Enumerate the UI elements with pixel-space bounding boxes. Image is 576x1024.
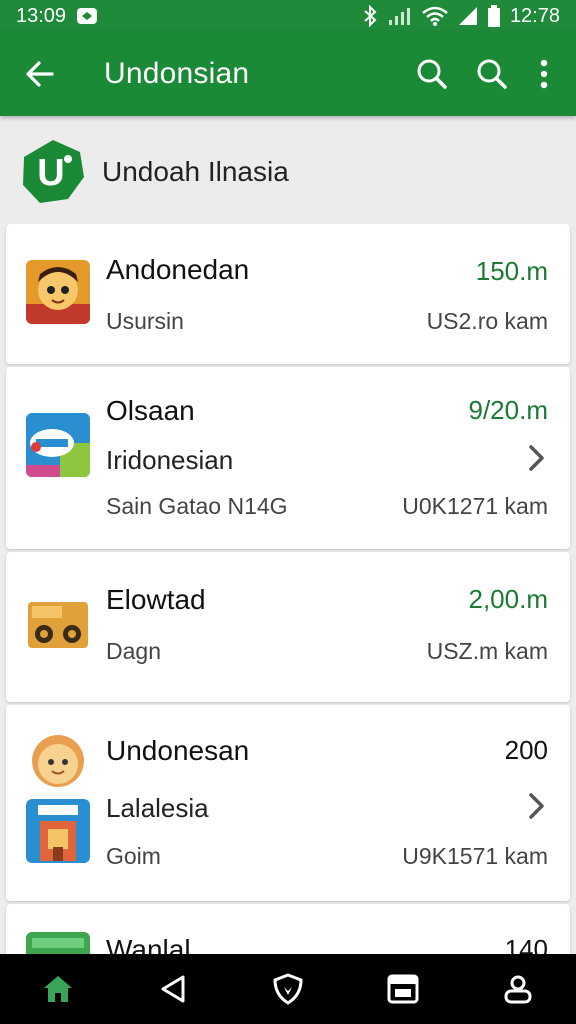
item-title: Andonedan [106, 254, 250, 285]
wifi-icon [422, 5, 448, 27]
status-clock-right: 12:78 [509, 4, 560, 27]
avatar-face-icon [30, 733, 86, 789]
character-face-icon [26, 260, 90, 324]
svg-text:U: U [37, 152, 64, 194]
item-subtitle: Dagn [106, 638, 161, 664]
search-icon [417, 59, 447, 89]
back-nav-button[interactable] [143, 959, 203, 1019]
search-button-secondary[interactable] [466, 48, 518, 100]
item-line2: Lalalesia [106, 793, 209, 823]
bluetooth-icon [362, 5, 378, 27]
shield-icon [273, 973, 303, 1005]
list-item[interactable]: Andonedan Usursin 150.m US2.ro kam [6, 224, 570, 364]
item-line2: Iridonesian [106, 445, 234, 475]
radio-icon [26, 590, 90, 654]
signal-icon [388, 5, 412, 27]
more-vert-icon [540, 59, 548, 89]
chevron-right-icon[interactable] [524, 443, 548, 473]
profile-icon [504, 975, 532, 1004]
recents-icon [387, 974, 419, 1004]
status-bar: 13:09 12:78 [0, 0, 576, 32]
item-title: Undonesan [106, 735, 250, 766]
list-item[interactable]: Undonesan Lalalesia Goim 200 U9K1571 kam [6, 705, 570, 901]
chevron-right-icon[interactable] [524, 791, 548, 821]
brand-name: Undoah Ilnasia [102, 156, 289, 187]
book-cover-icon [26, 413, 90, 477]
item-amount: 9/20.m [468, 395, 549, 425]
app-bar: Undonsian [0, 32, 576, 116]
status-time: 13:09 [16, 4, 67, 27]
cell-icon [458, 5, 478, 27]
item-subtitle: Goim [106, 843, 161, 869]
app-notification-icon [76, 5, 98, 27]
overflow-menu-button[interactable] [526, 48, 562, 100]
item-subtitle: Sain Gatao N14G [106, 493, 288, 519]
battery-icon [487, 5, 500, 27]
brand-logo-icon: U [23, 140, 84, 203]
search-icon [477, 59, 507, 89]
building-illustration-icon [26, 799, 90, 863]
item-detail: US2.ro kam [426, 308, 548, 334]
item-amount: 200 [504, 735, 548, 765]
home-button[interactable] [28, 959, 88, 1019]
system-nav-bar [0, 954, 576, 1024]
item-title: Elowtad [106, 584, 206, 615]
list-item[interactable]: Olsaan Iridonesian Sain Gatao N14G 9/20.… [6, 367, 570, 549]
item-detail: U9K1571 kam [402, 843, 548, 869]
brand-header: U Undoah Ilnasia [18, 132, 289, 212]
item-list: Andonedan Usursin 150.m US2.ro kam Olsaa… [6, 224, 570, 987]
profile-button[interactable] [488, 959, 548, 1019]
recents-button[interactable] [373, 959, 433, 1019]
back-button[interactable] [18, 52, 62, 96]
item-amount: 150.m [475, 256, 548, 286]
item-detail: USZ.m kam [426, 638, 548, 664]
item-detail: U0K1271 kam [402, 493, 548, 519]
item-subtitle: Usursin [106, 308, 184, 334]
shield-button[interactable] [258, 959, 318, 1019]
home-icon [43, 976, 72, 1002]
app-bar-title: Undonsian [104, 57, 250, 90]
back-triangle-icon [161, 975, 185, 1003]
list-item[interactable]: Elowtad Dagn 2,00.m USZ.m kam [6, 552, 570, 702]
item-amount: 2,00.m [468, 584, 549, 614]
search-button[interactable] [406, 48, 458, 100]
arrow-back-icon [26, 61, 54, 87]
item-title: Olsaan [106, 395, 195, 426]
